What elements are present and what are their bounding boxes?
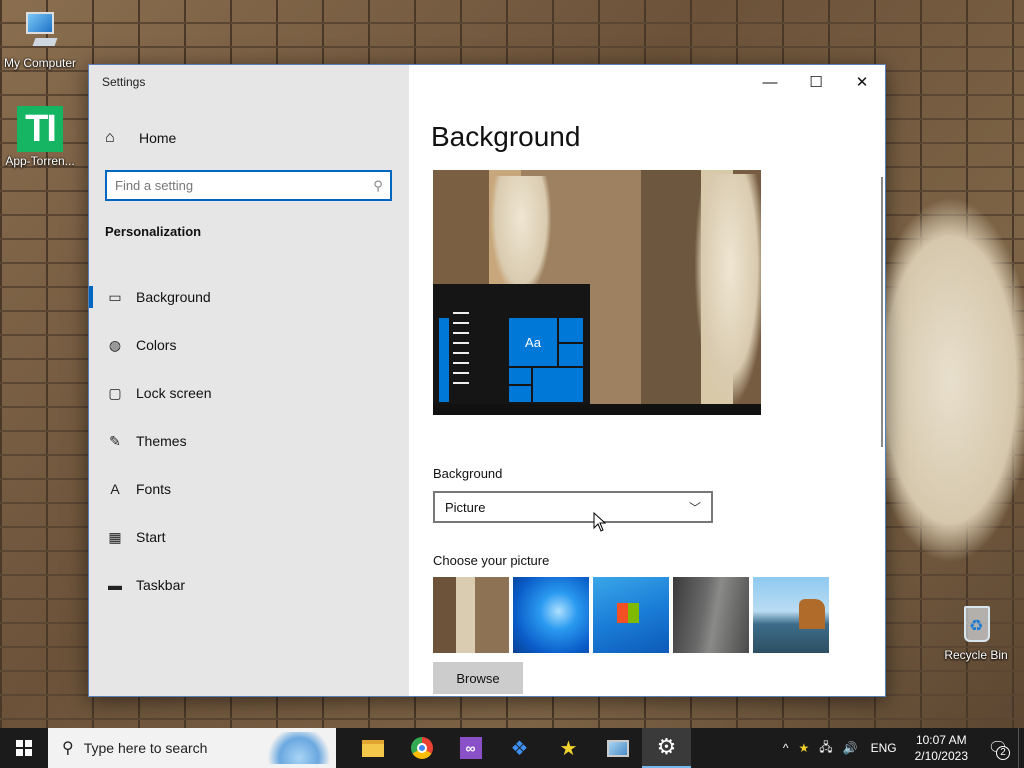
folder-icon xyxy=(361,739,384,757)
taskbar-app-settings[interactable]: ⚙ xyxy=(642,728,691,768)
sidebar-item-label: Themes xyxy=(136,433,187,449)
sidebar-item-themes[interactable]: ✎ Themes xyxy=(89,417,409,465)
picture-icon: ▭ xyxy=(108,288,122,305)
search-highlight-image xyxy=(264,732,334,764)
preview-start-menu: Aa xyxy=(433,284,590,404)
sidebar-item-taskbar[interactable]: ▬ Taskbar xyxy=(89,561,409,609)
desktop-icon-my-computer[interactable]: My Computer xyxy=(0,8,80,70)
tray-star-icon[interactable]: ★ xyxy=(793,741,814,755)
taskbar-app-dropbox[interactable]: ❖ xyxy=(495,728,544,768)
choose-picture-label: Choose your picture xyxy=(433,553,550,568)
font-icon: A xyxy=(110,481,120,497)
start-button[interactable] xyxy=(0,728,48,768)
picture-thumbnail[interactable] xyxy=(593,577,669,653)
clock[interactable]: 10:07 AM 2/10/2023 xyxy=(905,732,978,764)
settings-window: Settings ⌂ Home ⚲ Personalization ▭ Back… xyxy=(88,64,886,697)
desktop-icon-recycle-bin[interactable]: ♻ Recycle Bin xyxy=(936,602,1016,662)
taskbar-app-chrome[interactable] xyxy=(397,728,446,768)
desktop-icon-label: Recycle Bin xyxy=(944,648,1008,662)
taskbar-icon: ▬ xyxy=(108,577,122,593)
main-content: Background Aa Background Picture ﹀ Choos… xyxy=(409,65,885,696)
sidebar-item-label: Taskbar xyxy=(136,577,186,593)
section-header: Personalization xyxy=(105,224,202,239)
search-icon[interactable]: ⚲ xyxy=(366,178,390,194)
sidebar-item-label: Fonts xyxy=(136,481,172,497)
sidebar-item-label: Colors xyxy=(136,337,177,353)
monitor-icon xyxy=(606,739,629,757)
start-menu-icon: ▦ xyxy=(108,528,122,545)
background-type-label: Background xyxy=(433,466,503,481)
palette-icon: ◍ xyxy=(108,336,122,353)
dropdown-value: Picture xyxy=(445,499,486,515)
sidebar-item-colors[interactable]: ◍ Colors xyxy=(89,321,409,369)
notification-center-button[interactable]: 🗨 2 xyxy=(978,728,1018,768)
notification-count-badge: 2 xyxy=(996,746,1010,760)
taskbar-search-box[interactable]: ⚲ Type here to search xyxy=(48,728,336,768)
window-title: Settings xyxy=(102,75,146,89)
windows-logo-icon xyxy=(16,740,32,756)
picture-thumbnails xyxy=(433,577,829,653)
home-link[interactable]: ⌂ Home xyxy=(105,127,176,149)
visual-studio-icon: ∞ xyxy=(459,737,482,759)
dropbox-icon: ❖ xyxy=(510,737,529,760)
clock-date: 2/10/2023 xyxy=(914,749,968,763)
home-label: Home xyxy=(139,130,177,146)
chrome-icon xyxy=(410,737,433,759)
network-icon[interactable]: 🖧 xyxy=(814,738,837,759)
taskbar-app-file-explorer[interactable] xyxy=(348,728,397,768)
brush-icon: ✎ xyxy=(109,432,121,449)
show-desktop-button[interactable] xyxy=(1018,728,1024,768)
taskbar-app-star[interactable]: ★ xyxy=(544,728,593,768)
recycle-bin-icon: ♻ xyxy=(956,602,996,646)
settings-search-box[interactable]: ⚲ xyxy=(105,170,392,201)
browse-button[interactable]: Browse xyxy=(433,662,523,694)
sidebar-item-label: Start xyxy=(136,529,166,545)
clock-time: 10:07 AM xyxy=(915,733,967,747)
taskbar-app-visual-studio[interactable]: ∞ xyxy=(446,728,495,768)
taskbar-search-placeholder: Type here to search xyxy=(83,740,208,756)
sidebar-item-lock-screen[interactable]: ▢ Lock screen xyxy=(89,369,409,417)
sidebar-item-fonts[interactable]: A Fonts xyxy=(89,465,409,513)
star-icon: ★ xyxy=(559,737,578,760)
sidebar-item-label: Lock screen xyxy=(136,385,212,401)
desktop-icon-label: My Computer xyxy=(3,56,77,70)
lock-screen-icon: ▢ xyxy=(108,384,122,401)
desktop-icon-label: App-Torren... xyxy=(5,154,75,168)
home-icon: ⌂ xyxy=(105,129,115,146)
sidebar-item-start[interactable]: ▦ Start xyxy=(89,513,409,561)
picture-thumbnail[interactable] xyxy=(433,577,509,653)
language-indicator[interactable]: ENG xyxy=(863,741,905,755)
scrollbar[interactable] xyxy=(881,177,883,447)
sidebar-nav: ▭ Background ◍ Colors ▢ Lock screen ✎ Th… xyxy=(89,273,409,609)
settings-search-input[interactable] xyxy=(107,172,366,199)
picture-thumbnail[interactable] xyxy=(673,577,749,653)
app-torrent-icon: TI xyxy=(17,106,63,152)
search-icon: ⚲ xyxy=(62,740,74,757)
system-tray: ^ ★ 🖧 🔊 ENG 10:07 AM 2/10/2023 🗨 2 xyxy=(778,728,1024,768)
taskbar-app-monitor[interactable] xyxy=(593,728,642,768)
page-title: Background xyxy=(431,121,581,152)
sidebar: Settings ⌂ Home ⚲ Personalization ▭ Back… xyxy=(89,65,409,696)
desktop-icon-app-torrent[interactable]: TI App-Torren... xyxy=(0,106,80,168)
chevron-down-icon: ﹀ xyxy=(688,500,701,515)
background-type-dropdown[interactable]: Picture ﹀ xyxy=(433,491,713,523)
taskbar: ⚲ Type here to search ∞ ❖ ★ ⚙ ^ ★ 🖧 🔊 EN… xyxy=(0,728,1024,768)
gear-icon: ⚙ xyxy=(656,734,677,759)
picture-thumbnail[interactable] xyxy=(753,577,829,653)
background-preview: Aa xyxy=(433,170,761,415)
computer-icon xyxy=(20,8,60,54)
tray-overflow-chevron-icon[interactable]: ^ xyxy=(778,741,794,755)
taskbar-apps: ∞ ❖ ★ ⚙ xyxy=(348,728,691,768)
picture-thumbnail[interactable] xyxy=(513,577,589,653)
volume-icon[interactable]: 🔊 xyxy=(838,741,863,755)
sidebar-item-background[interactable]: ▭ Background xyxy=(89,273,409,321)
sidebar-item-label: Background xyxy=(136,289,211,305)
preview-tile-text: Aa xyxy=(509,318,557,366)
